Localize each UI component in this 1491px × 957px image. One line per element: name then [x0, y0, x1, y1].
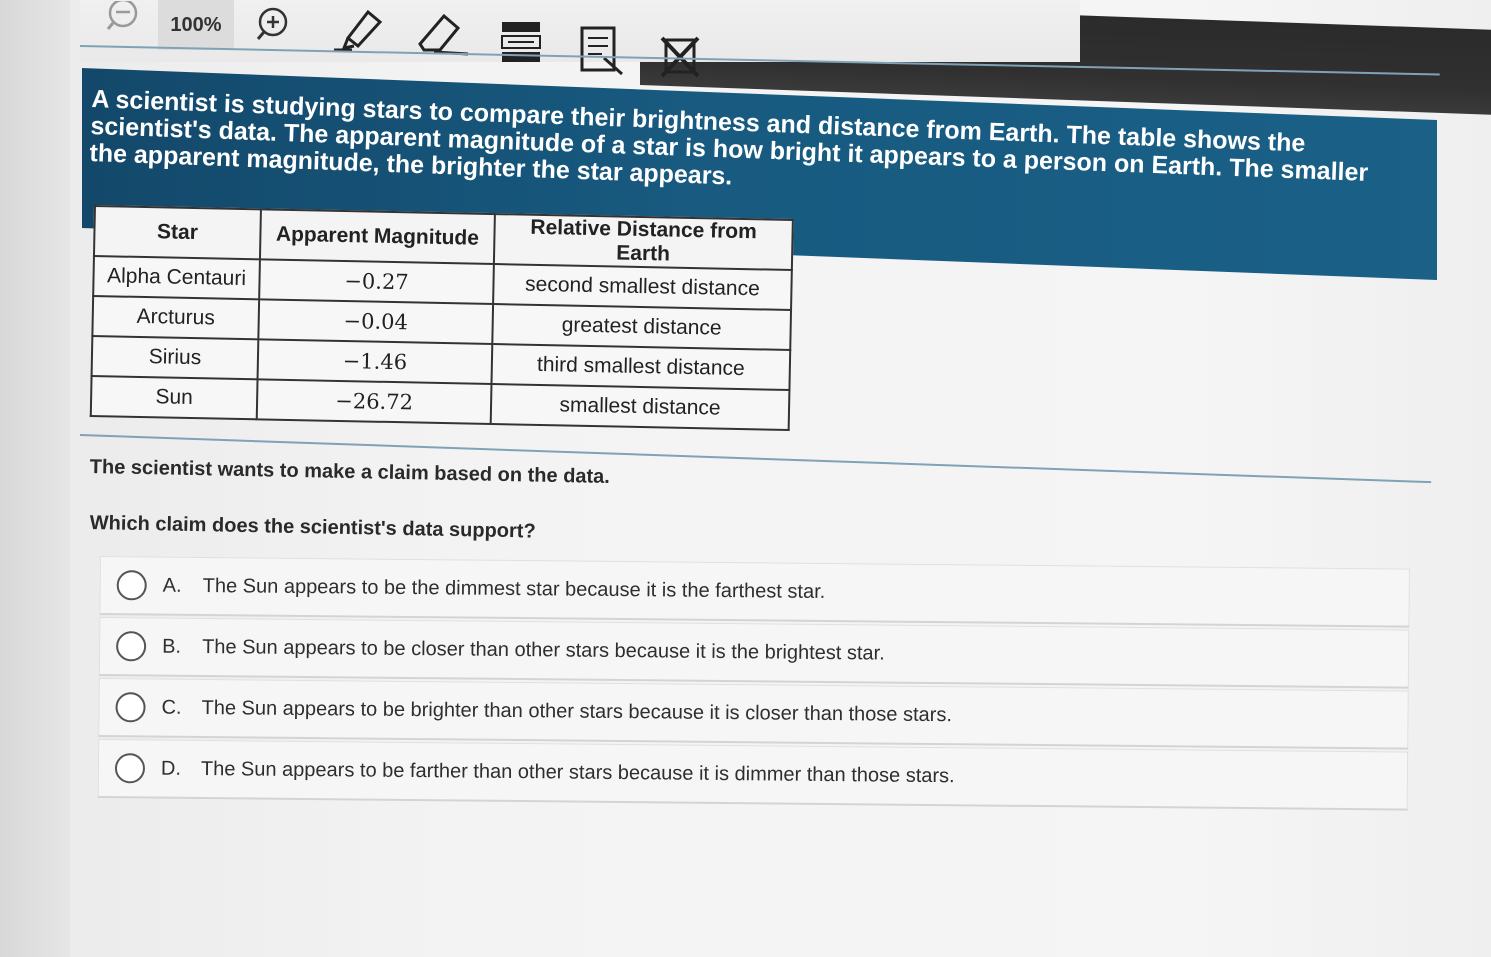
relative-distance: greatest distance [492, 304, 792, 351]
apparent-magnitude: −1.46 [257, 339, 493, 385]
zoom-level: 100% [158, 0, 234, 50]
relative-distance: second smallest distance [493, 264, 792, 311]
zoom-out-icon[interactable] [104, 0, 142, 32]
option-text: The Sun appears to be closer than other … [202, 635, 885, 665]
radio-button[interactable] [114, 753, 146, 784]
apparent-magnitude: −0.04 [258, 299, 494, 345]
eraser-icon[interactable] [414, 12, 472, 58]
notepad-icon[interactable] [578, 24, 628, 76]
zoom-in-icon[interactable] [252, 4, 292, 44]
highlighter-icon[interactable] [332, 8, 386, 54]
option-letter: C. [161, 696, 182, 719]
column-header-star: Star [93, 206, 261, 260]
line-reader-icon[interactable] [500, 18, 544, 66]
column-header-apparent-magnitude: Apparent Magnitude [259, 209, 495, 265]
answer-options: A. The Sun appears to be the dimmest sta… [97, 556, 1410, 813]
screen-edge [0, 0, 70, 957]
answer-option-a[interactable]: A. The Sun appears to be the dimmest sta… [99, 556, 1410, 628]
apparent-magnitude: −0.27 [259, 259, 494, 305]
relative-distance: smallest distance [490, 384, 790, 430]
star-name: Alpha Centauri [93, 256, 260, 300]
star-name: Sirius [91, 335, 259, 380]
column-header-relative-distance: Relative Distance from Earth [493, 214, 793, 271]
data-table-container: Star Apparent Magnitude Relative Distanc… [89, 205, 794, 432]
apparent-magnitude: −26.72 [256, 379, 492, 425]
option-text: The Sun appears to be farther than other… [200, 757, 955, 787]
question-context: The scientist wants to make a claim base… [89, 456, 611, 488]
radio-button[interactable] [116, 570, 147, 601]
option-letter: A. [162, 574, 182, 597]
relative-distance: third smallest distance [491, 344, 791, 390]
answer-option-d[interactable]: D. The Sun appears to be farther than ot… [97, 738, 1409, 811]
star-name: Arcturus [92, 296, 260, 340]
question-prompt: Which claim does the scientist's data su… [89, 512, 536, 543]
star-data-table: Star Apparent Magnitude Relative Distanc… [89, 205, 794, 432]
option-text: The Sun appears to be the dimmest star b… [202, 574, 826, 603]
option-letter: D. [160, 757, 182, 780]
radio-button[interactable] [115, 631, 147, 662]
radio-button[interactable] [115, 692, 146, 723]
star-name: Sun [90, 375, 258, 420]
option-letter: B. [162, 635, 182, 658]
option-text: The Sun appears to be brighter than othe… [201, 696, 953, 726]
answer-option-c[interactable]: C. The Sun appears to be brighter than o… [98, 677, 1409, 750]
answer-option-b[interactable]: B. The Sun appears to be closer than oth… [98, 616, 1410, 689]
